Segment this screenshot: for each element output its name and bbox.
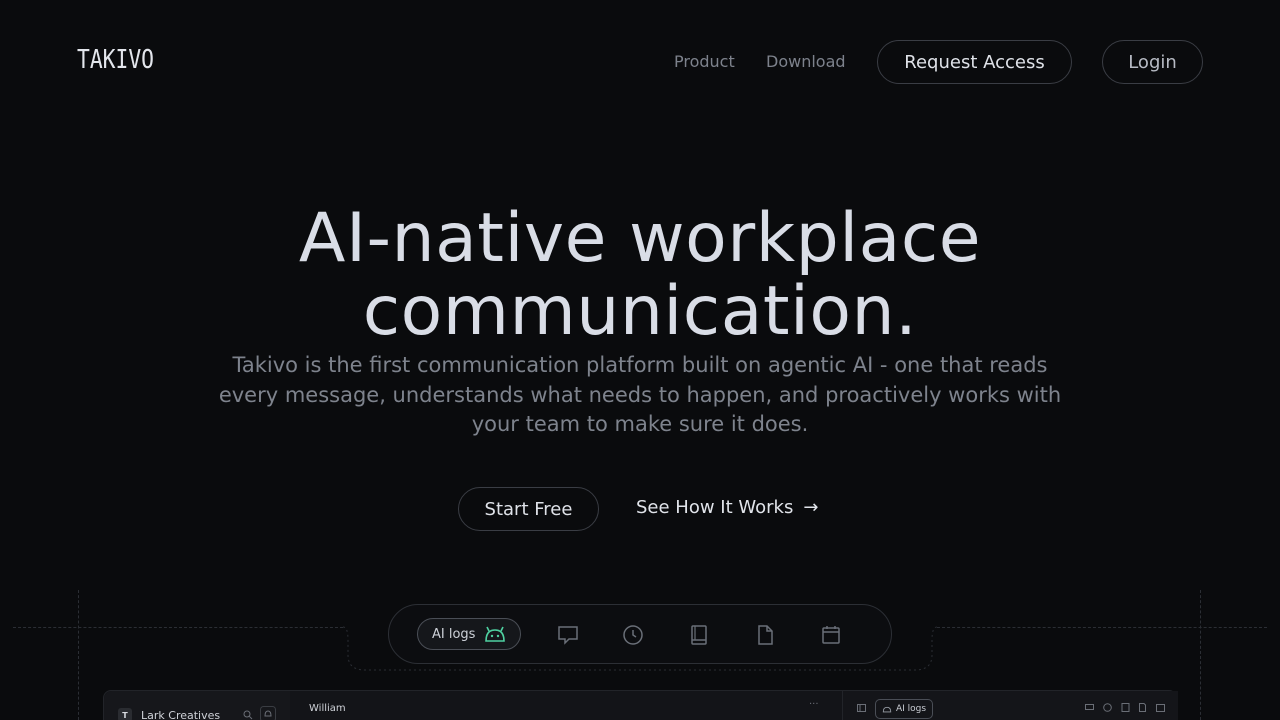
logo[interactable]: TAKIVO — [77, 45, 154, 75]
workspace-avatar[interactable]: T — [118, 708, 132, 720]
workspace-name[interactable]: Lark Creatives — [141, 709, 220, 720]
robot-icon — [485, 626, 506, 642]
bell-icon[interactable] — [260, 706, 276, 720]
document-icon[interactable] — [753, 623, 777, 647]
clock-icon[interactable] — [621, 623, 645, 647]
app-preview: T Lark Creatives William ··· AI logs — [103, 690, 1178, 720]
dashed-line-left — [13, 627, 343, 628]
right-panel: AI logs — [842, 691, 1178, 720]
see-how-it-works-link[interactable]: See How It Works → — [636, 497, 818, 518]
request-access-button[interactable]: Request Access — [877, 40, 1072, 84]
clock-icon[interactable] — [1103, 703, 1112, 712]
app-sidebar: T Lark Creatives — [104, 691, 290, 720]
chat-icon[interactable] — [1085, 704, 1094, 712]
hero-title-line1: AI-native workplace — [298, 199, 982, 278]
sidebar-toggle-icon[interactable] — [857, 704, 866, 712]
book-icon[interactable] — [687, 623, 711, 647]
panel-tab-label: AI logs — [895, 704, 927, 714]
document-icon[interactable] — [1138, 703, 1147, 712]
robot-icon — [882, 706, 892, 713]
tab-ai-logs[interactable]: AI logs — [417, 618, 521, 650]
nav-product-link[interactable]: Product — [674, 52, 735, 71]
chat-title: William — [309, 703, 346, 714]
book-icon[interactable] — [1121, 703, 1130, 712]
more-options-icon[interactable]: ··· — [809, 699, 819, 710]
dashed-line-right-vertical — [1200, 590, 1201, 720]
chat-icon[interactable] — [556, 623, 580, 647]
login-button[interactable]: Login — [1102, 40, 1203, 84]
calendar-icon[interactable] — [1156, 703, 1165, 712]
hero-title-line2: communication. — [362, 272, 918, 351]
tab-ai-logs-label: AI logs — [432, 626, 476, 642]
panel-tab-ai-logs[interactable]: AI logs — [875, 699, 933, 719]
feature-toolbar: AI logs — [388, 604, 892, 664]
see-how-it-works-label: See How It Works — [636, 497, 794, 518]
nav-download-link[interactable]: Download — [766, 52, 846, 71]
hero-subtitle: Takivo is the first communication platfo… — [218, 353, 1062, 436]
dashed-line-left-vertical — [78, 590, 79, 720]
start-free-button[interactable]: Start Free — [458, 487, 599, 531]
calendar-icon[interactable] — [819, 623, 843, 647]
arrow-right-icon: → — [803, 497, 819, 518]
search-icon[interactable] — [243, 710, 253, 720]
dashed-line-right — [937, 627, 1267, 628]
